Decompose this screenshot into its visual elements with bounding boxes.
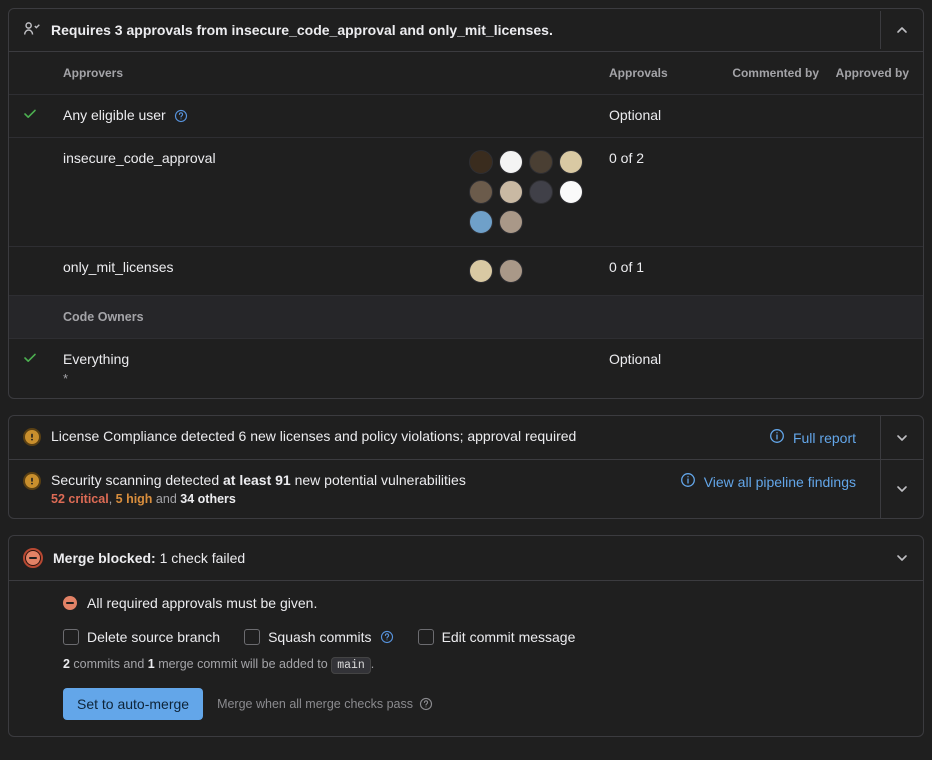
code-owners-name: Everything * [63,351,469,386]
commit-summary: 2 commits and 1 merge commit will be add… [23,649,909,688]
approvals-table-header: Approvers Approvals Commented by Approve… [9,52,923,95]
approver-name: insecure_code_approval [63,150,469,166]
blocked-icon [23,548,43,568]
approver-avatars [469,259,599,283]
auto-merge-hint: Merge when all merge checks pass [217,697,433,711]
approver-name: only_mit_licenses [63,259,469,275]
chevron-down-icon [895,551,909,565]
approvals-title: Requires 3 approvals from insecure_code_… [51,22,862,38]
info-icon [769,428,785,447]
col-approvals: Approvals [609,66,719,80]
delete-branch-label: Delete source branch [87,629,220,645]
col-commented-by: Commented by [719,66,819,80]
approvals-count: 0 of 2 [609,150,719,166]
edit-commit-message-option[interactable]: Edit commit message [418,629,576,645]
avatar[interactable] [499,180,523,204]
approvals-panel-header: Requires 3 approvals from insecure_code_… [9,9,923,52]
merge-panel-header: Merge blocked: 1 check failed [9,536,923,581]
approver-row: Any eligible user Optional [9,95,923,138]
avatar[interactable] [559,180,583,204]
auto-merge-button[interactable]: Set to auto-merge [63,688,203,720]
checkbox[interactable] [63,629,79,645]
warning-icon [23,428,41,446]
avatar[interactable] [469,180,493,204]
info-icon [680,472,696,491]
full-report-link[interactable]: Full report [769,428,862,447]
approver-name: Any eligible user [63,107,469,123]
approver-row: only_mit_licenses 0 of 1 [9,247,923,296]
expand-security-button[interactable] [880,460,923,518]
avatar[interactable] [469,150,493,174]
security-scanning-text: Security scanning detected at least 91 n… [51,472,670,506]
merge-title: Merge blocked: 1 check failed [53,550,863,566]
avatar[interactable] [499,259,523,283]
check-icon [23,107,41,125]
col-approved-by: Approved by [819,66,909,80]
license-compliance-row: License Compliance detected 6 new licens… [9,416,923,460]
merge-panel: Merge blocked: 1 check failed All requir… [8,535,924,737]
avatar[interactable] [469,259,493,283]
edit-commit-message-label: Edit commit message [442,629,576,645]
avatar[interactable] [529,180,553,204]
collapse-approvals-button[interactable] [880,11,923,49]
help-icon[interactable] [174,109,188,123]
avatar[interactable] [499,210,523,234]
avatar[interactable] [529,150,553,174]
code-owners-heading: Code Owners [9,296,923,339]
merge-options-row: Delete source branch Squash commits Edit… [23,625,909,649]
approval-required-icon [23,21,41,39]
deny-icon [63,596,77,610]
col-approvers: Approvers [63,66,469,80]
check-icon [23,351,41,369]
avatar[interactable] [499,150,523,174]
approver-row: insecure_code_approval 0 of 2 [9,138,923,247]
squash-commits-label: Squash commits [268,629,371,645]
code-owners-pattern: * [63,371,469,386]
chevron-down-icon [895,482,909,496]
findings-panel: License Compliance detected 6 new licens… [8,415,924,519]
license-compliance-text: License Compliance detected 6 new licens… [51,428,759,444]
approver-avatars [469,150,599,234]
avatar[interactable] [469,210,493,234]
chevron-down-icon [895,431,909,445]
approvals-count: Optional [609,351,719,367]
target-branch: main [331,657,371,674]
help-icon[interactable] [380,630,394,644]
checkbox[interactable] [418,629,434,645]
security-scanning-row: Security scanning detected at least 91 n… [9,460,923,518]
help-icon[interactable] [419,697,433,711]
approvals-count: Optional [609,107,719,123]
view-pipeline-findings-link[interactable]: View all pipeline findings [680,472,862,491]
code-owners-row: Everything * Optional [9,339,923,398]
delete-branch-option[interactable]: Delete source branch [63,629,220,645]
squash-commits-option[interactable]: Squash commits [244,629,393,645]
checkbox[interactable] [244,629,260,645]
approvals-panel: Requires 3 approvals from insecure_code_… [8,8,924,399]
warning-icon [23,472,41,490]
collapse-merge-button[interactable] [881,539,923,577]
expand-license-button[interactable] [880,416,923,459]
merge-blocked-reason: All required approvals must be given. [23,581,909,625]
security-subline: 52 critical, 5 high and 34 others [51,492,670,506]
avatar[interactable] [559,150,583,174]
merge-action-row: Set to auto-merge Merge when all merge c… [23,688,909,720]
chevron-up-icon [895,23,909,37]
merge-body: All required approvals must be given. De… [9,581,923,736]
approvals-count: 0 of 1 [609,259,719,275]
